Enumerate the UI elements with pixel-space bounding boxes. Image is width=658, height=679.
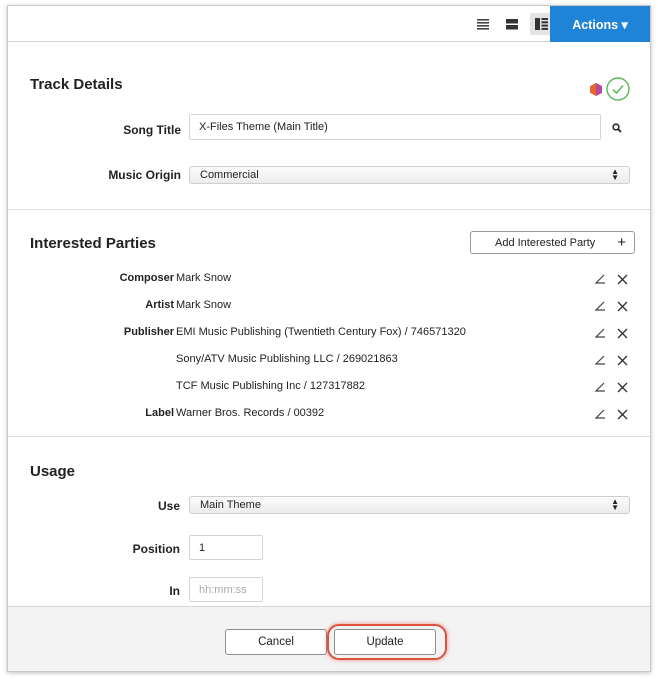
cancel-label: Cancel (258, 636, 294, 648)
party-role: Label (145, 407, 174, 419)
add-interested-party-button[interactable]: Add Interested Party + (470, 231, 635, 254)
cancel-button[interactable]: Cancel (225, 629, 327, 655)
usage-section: Usage Use Main Theme ▲ ▼ Position 1 In hh… (8, 437, 650, 607)
interested-parties-section: Interested Parties Add Interested Party … (8, 210, 650, 436)
add-party-label: Add Interested Party (495, 236, 596, 249)
in-label: In (169, 584, 180, 598)
row-actions (594, 273, 628, 285)
music-origin-select[interactable]: Commercial ▲ ▼ (189, 166, 630, 184)
party-value: Sony/ATV Music Publishing LLC / 26902186… (176, 353, 398, 365)
music-origin-value: Commercial (200, 169, 259, 181)
delete-icon[interactable] (616, 354, 628, 366)
position-label: Position (132, 542, 180, 556)
row-actions (594, 300, 628, 312)
position-value: 1 (199, 541, 206, 554)
edit-icon[interactable] (594, 354, 606, 366)
party-value: EMI Music Publishing (Twentieth Century … (176, 326, 466, 338)
party-role: Publisher (123, 326, 174, 338)
select-arrows-icon: ▲ ▼ (611, 497, 619, 512)
delete-icon[interactable] (616, 381, 628, 393)
in-time-input[interactable]: hh:mm:ss (189, 577, 263, 602)
search-icon[interactable] (612, 122, 622, 136)
music-origin-label: Music Origin (108, 168, 181, 182)
track-details-heading: Track Details (30, 76, 123, 93)
update-button[interactable]: Update (334, 629, 436, 655)
song-title-value: X-Files Theme (Main Title) (199, 121, 328, 133)
form-footer: Cancel Update (8, 606, 650, 671)
use-label: Use (157, 499, 180, 513)
interested-parties-heading: Interested Parties (30, 235, 156, 252)
actions-label: Actions ▾ (572, 17, 628, 32)
delete-icon[interactable] (616, 273, 628, 285)
split-view-icon[interactable] (530, 13, 552, 35)
row-actions (594, 381, 628, 393)
party-role: Composer (119, 272, 174, 284)
edit-icon[interactable] (594, 408, 606, 420)
row-actions (594, 354, 628, 366)
select-arrows-icon: ▲ ▼ (611, 167, 619, 182)
position-input[interactable]: 1 (189, 535, 263, 560)
edit-icon[interactable] (594, 300, 606, 312)
in-time-placeholder: hh:mm:ss (199, 583, 247, 596)
song-title-input[interactable]: X-Files Theme (Main Title) (189, 114, 601, 140)
actions-button[interactable]: Actions ▾ (550, 6, 650, 42)
row-actions (594, 327, 628, 339)
party-value: Mark Snow (176, 272, 232, 284)
party-role: Artist (145, 299, 174, 311)
compact-view-icon[interactable] (504, 16, 520, 32)
edit-icon[interactable] (594, 381, 606, 393)
use-value: Main Theme (200, 499, 261, 511)
update-label: Update (366, 636, 404, 648)
delete-icon[interactable] (616, 408, 628, 420)
song-title-label: Song Title (123, 123, 181, 137)
usage-heading: Usage (30, 463, 76, 480)
party-value: TCF Music Publishing Inc / 127317882 (176, 380, 365, 392)
use-select[interactable]: Main Theme ▲ ▼ (189, 496, 630, 514)
delete-icon[interactable] (616, 327, 628, 339)
toolbar: Actions ▾ (8, 6, 650, 42)
party-value: Mark Snow (176, 299, 232, 311)
plus-icon: + (617, 234, 626, 251)
edit-icon[interactable] (594, 273, 606, 285)
list-view-icon[interactable] (475, 16, 491, 32)
edit-icon[interactable] (594, 327, 606, 339)
hexagon-icon (590, 83, 602, 99)
party-value: Warner Bros. Records / 00392 (176, 407, 325, 419)
row-actions (594, 408, 628, 420)
track-details-section: Track Details Song Title X-Files Theme (… (8, 42, 650, 210)
delete-icon[interactable] (616, 300, 628, 312)
verified-check-icon (606, 77, 630, 104)
track-edit-panel: Actions ▾ Track Details Song Title X-Fil… (7, 5, 651, 672)
